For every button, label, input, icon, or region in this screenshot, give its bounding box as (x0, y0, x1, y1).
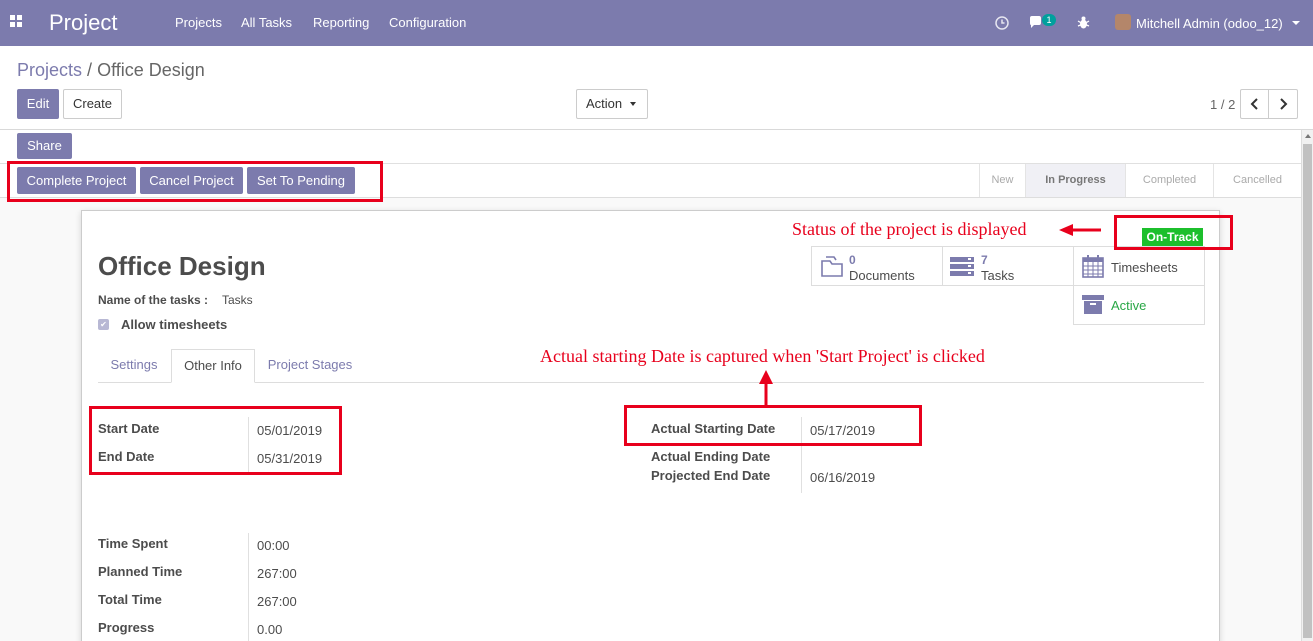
documents-smart-button[interactable]: 0 Documents (811, 246, 943, 286)
breadcrumb-separator: / (87, 60, 93, 80)
annotation-status-text: Status of the project is displayed (792, 219, 1027, 239)
create-button[interactable]: Create (63, 89, 122, 119)
tasks-name-value: Tasks (222, 293, 253, 307)
documents-icon (821, 256, 843, 277)
chat-count-badge: 1 (1042, 14, 1056, 26)
pager-next-button[interactable] (1268, 89, 1298, 119)
user-menu[interactable]: Mitchell Admin (odoo_12) (1136, 16, 1283, 31)
active-toggle-button[interactable]: Active (1073, 285, 1205, 325)
menu-reporting[interactable]: Reporting (313, 15, 369, 30)
user-avatar[interactable] (1115, 14, 1131, 30)
action-label: Action (586, 96, 623, 111)
action-dropdown[interactable]: Action (576, 89, 648, 119)
annotation-box-header-buttons (7, 161, 383, 202)
tasks-smart-button[interactable]: 7 Tasks (942, 246, 1074, 286)
edit-button[interactable]: Edit (17, 89, 59, 119)
timesheets-smart-button[interactable]: Timesheets (1073, 246, 1205, 286)
app-brand: Project (49, 10, 118, 35)
tasks-icon (950, 257, 974, 276)
allow-timesheets-label: Allow timesheets (121, 317, 228, 332)
tasks-name-label: Name of the tasks : (98, 293, 209, 307)
vertical-scrollbar[interactable] (1301, 130, 1313, 641)
annotation-box-planned-dates (89, 406, 342, 475)
breadcrumb-current: Office Design (97, 60, 205, 80)
documents-count: 0 (849, 253, 856, 267)
tasks-label: Tasks (981, 268, 1015, 283)
pager-value: 1 / 2 (1210, 97, 1236, 112)
apps-menu-icon[interactable] (10, 15, 24, 29)
clock-icon[interactable] (995, 16, 1009, 30)
top-navbar: Project Projects All Tasks Reporting Con… (0, 0, 1313, 46)
tab-other-info[interactable]: Other Info (171, 349, 255, 383)
control-panel: Projects / Office Design Edit Create Act… (0, 46, 1313, 130)
time-spent-label: Time Spent (98, 536, 168, 551)
active-label: Active (1111, 298, 1147, 313)
stage-completed[interactable]: Completed (1125, 164, 1213, 197)
annotation-arrow-left-icon (1059, 224, 1101, 236)
total-time-field: 267:00 (257, 594, 297, 609)
planned-time-field: 267:00 (257, 566, 297, 581)
pager-previous-button[interactable] (1240, 89, 1269, 119)
projected-end-label: Projected End Date (651, 468, 771, 483)
menu-projects[interactable]: Projects (175, 15, 222, 30)
total-time-label: Total Time (98, 592, 162, 607)
progress-label: Progress (98, 620, 155, 635)
annotation-arrow-up-icon (759, 370, 773, 405)
allow-timesheets-checkbox[interactable]: ✔ (98, 319, 109, 330)
annotation-box-status (1114, 215, 1233, 250)
field-separator (248, 533, 249, 641)
menu-all-tasks[interactable]: All Tasks (241, 15, 292, 30)
scroll-up-arrow-icon[interactable] (1305, 134, 1311, 138)
action-caret-icon (630, 102, 636, 106)
breadcrumb: Projects / Office Design (17, 60, 205, 81)
archive-icon (1082, 295, 1104, 314)
projected-end-field[interactable]: 06/16/2019 (810, 470, 875, 485)
chevron-right-icon (1280, 98, 1288, 110)
tasks-count: 7 (981, 253, 988, 267)
annotation-box-actual-start (624, 405, 922, 446)
share-bar: Share (0, 130, 1301, 164)
chevron-left-icon (1250, 98, 1258, 110)
share-button[interactable]: Share (17, 133, 72, 159)
actual-end-label: Actual Ending Date (651, 449, 771, 464)
debug-bug-icon[interactable] (1077, 15, 1090, 30)
project-title: Office Design (98, 251, 266, 281)
user-caret-icon[interactable] (1292, 21, 1300, 25)
stage-cancelled[interactable]: Cancelled (1213, 164, 1301, 197)
documents-label: Documents (849, 268, 915, 283)
annotation-actual-date-text: Actual starting Date is captured when 'S… (540, 346, 985, 366)
tab-settings[interactable]: Settings (98, 349, 170, 383)
progress-field: 0.00 (257, 622, 283, 637)
calendar-icon (1082, 255, 1104, 278)
menu-configuration[interactable]: Configuration (389, 15, 466, 30)
stage-new[interactable]: New (979, 164, 1025, 197)
stage-in-progress[interactable]: In Progress (1025, 164, 1125, 197)
tab-project-stages[interactable]: Project Stages (255, 349, 365, 383)
planned-time-label: Planned Time (98, 564, 183, 579)
breadcrumb-projects[interactable]: Projects (17, 60, 82, 80)
time-spent-field: 00:00 (257, 538, 290, 553)
timesheets-label: Timesheets (1111, 260, 1178, 275)
scrollbar-thumb[interactable] (1303, 144, 1312, 638)
